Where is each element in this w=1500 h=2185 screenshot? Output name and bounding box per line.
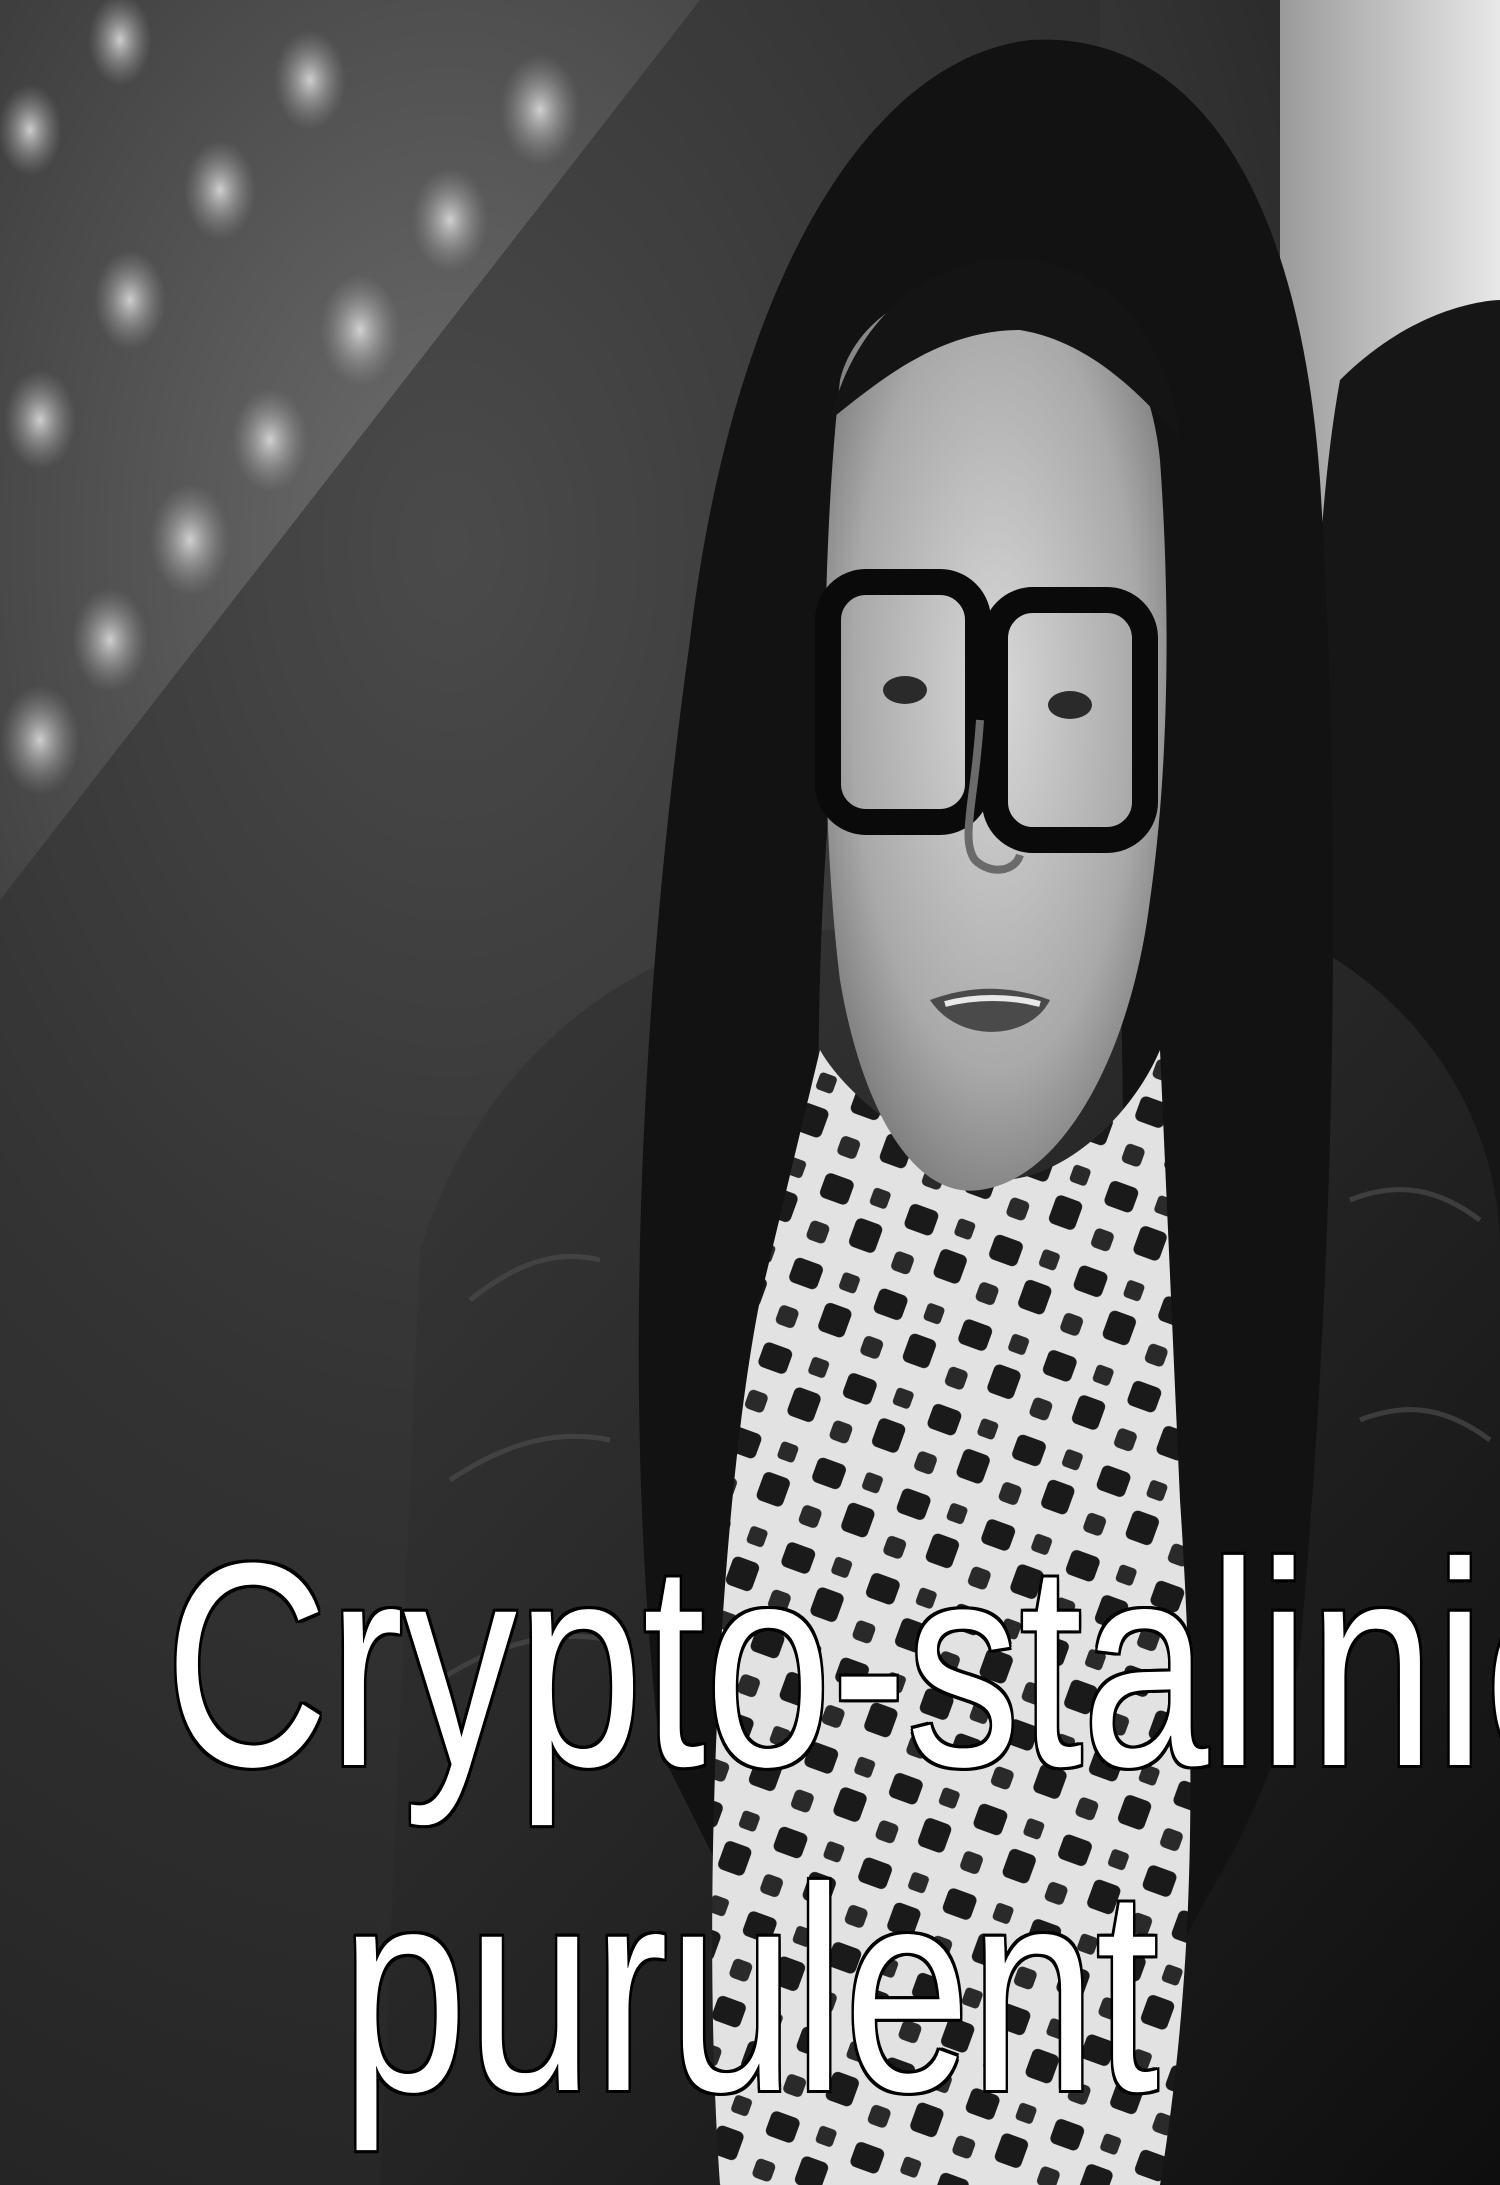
- caption-line-1: Crypto-stalinien: [165, 1503, 1500, 1827]
- caption-line-2: purulent: [341, 1828, 1159, 2152]
- photo-meme: Crypto-stalinien purulent: [0, 0, 1500, 2185]
